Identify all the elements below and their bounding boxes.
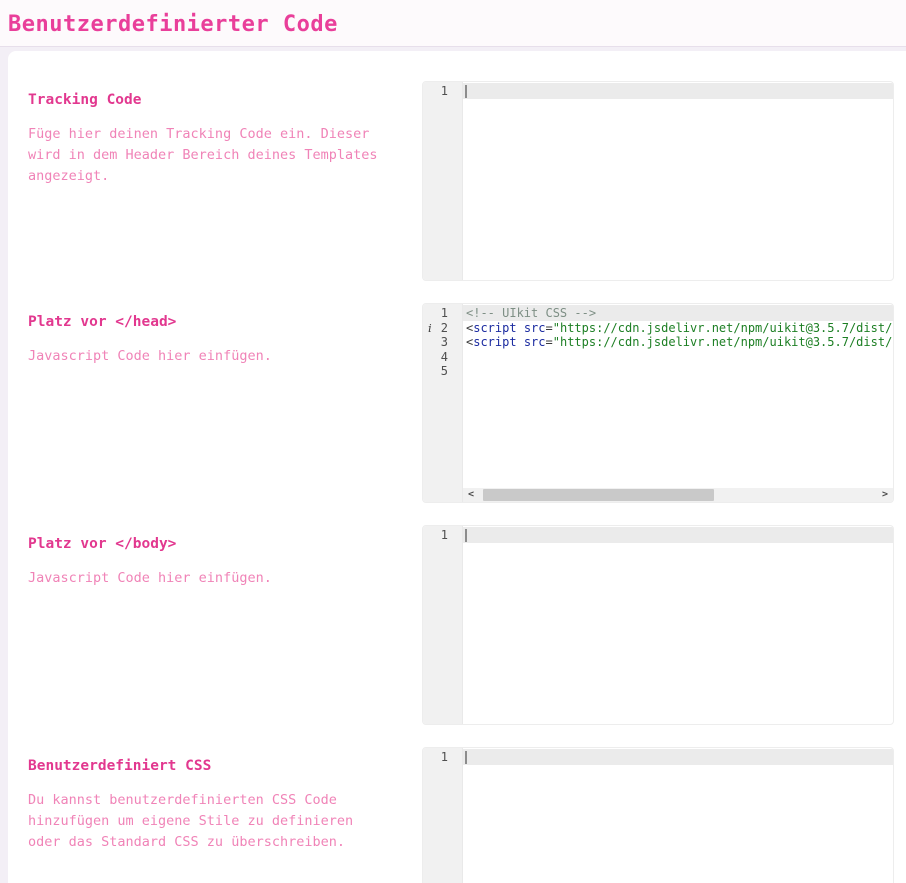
line-number: 3: [423, 335, 462, 350]
section-text-column: Tracking Code Füge hier deinen Tracking …: [28, 81, 422, 281]
section-custom-css: Benutzerdefiniert CSS Du kannst benutzer…: [28, 747, 894, 883]
code-editor-before-head[interactable]: 12i345<!-- UIkit CSS --><script src="htt…: [422, 303, 894, 503]
code-token-string: "https://cdn.jsdelivr.net/npm/uikit@3.5.…: [553, 321, 893, 335]
code-editor-before-body[interactable]: 1: [422, 525, 894, 725]
editor-gutter: 1: [423, 526, 463, 724]
scrollbar-track[interactable]: [479, 488, 877, 502]
section-description: Javascript Code hier einfügen.: [28, 346, 390, 367]
editor-content[interactable]: [463, 82, 893, 280]
editor-column: 1: [422, 525, 894, 725]
section-before-head: Platz vor </head> Javascript Code hier e…: [28, 303, 894, 503]
section-description: Du kannst benutzerdefinierten CSS Code h…: [28, 790, 390, 853]
editor-column: 12i345<!-- UIkit CSS --><script src="htt…: [422, 303, 894, 503]
section-text-column: Platz vor </body> Javascript Code hier e…: [28, 525, 422, 725]
code-line: <script src="https://cdn.jsdelivr.net/np…: [466, 321, 893, 336]
text-cursor: [465, 85, 467, 99]
section-text-column: Benutzerdefiniert CSS Du kannst benutzer…: [28, 747, 422, 883]
code-token-plain: [517, 335, 524, 349]
section-tracking-code: Tracking Code Füge hier deinen Tracking …: [28, 81, 894, 281]
scroll-left-arrow-icon[interactable]: <: [463, 488, 479, 502]
content-area: Tracking Code Füge hier deinen Tracking …: [0, 47, 906, 883]
editor-gutter: 1: [423, 82, 463, 280]
editor-content[interactable]: [463, 526, 893, 724]
lint-info-marker-icon: i: [428, 321, 432, 336]
code-editor-custom-css[interactable]: 1: [422, 747, 894, 883]
scrollbar-thumb[interactable]: [483, 489, 714, 501]
line-number: 1: [423, 306, 462, 321]
code-line: [466, 84, 893, 99]
editor-column: 1: [422, 81, 894, 281]
code-line: [466, 350, 893, 365]
section-description: Füge hier deinen Tracking Code ein. Dies…: [28, 124, 390, 187]
code-token-comment: <!-- UIkit CSS -->: [466, 306, 596, 320]
code-line: <!-- UIkit CSS -->: [466, 306, 893, 321]
code-token-plain: [517, 321, 524, 335]
editor-gutter: 1: [423, 748, 463, 883]
code-line: [466, 364, 893, 379]
code-line: [466, 750, 893, 765]
editor-content[interactable]: <!-- UIkit CSS --><script src="https://c…: [463, 304, 893, 502]
section-before-body: Platz vor </body> Javascript Code hier e…: [28, 525, 894, 725]
page-header: Benutzerdefinierter Code: [0, 0, 906, 47]
scroll-right-arrow-icon[interactable]: >: [877, 488, 893, 502]
editor-gutter: 12i345: [423, 304, 463, 502]
line-number: 5: [423, 364, 462, 379]
code-token-op: =: [546, 321, 553, 335]
code-token-tag: script: [473, 335, 516, 349]
line-number: 4: [423, 350, 462, 365]
code-token-string: "https://cdn.jsdelivr.net/npm/uikit@3.5.…: [553, 335, 893, 349]
text-cursor: [465, 751, 467, 765]
code-editor-tracking[interactable]: 1: [422, 81, 894, 281]
section-heading: Benutzerdefiniert CSS: [28, 757, 392, 775]
editor-content[interactable]: [463, 748, 893, 883]
code-token-tag: script: [473, 321, 516, 335]
section-heading: Platz vor </body>: [28, 535, 392, 553]
settings-card: Tracking Code Füge hier deinen Tracking …: [8, 51, 906, 883]
code-token-attr: src: [524, 335, 546, 349]
code-token-op: =: [546, 335, 553, 349]
line-number: 1: [423, 528, 462, 543]
section-heading: Platz vor </head>: [28, 313, 392, 331]
line-number: 1: [423, 84, 462, 99]
line-number: 2i: [423, 321, 462, 336]
section-description: Javascript Code hier einfügen.: [28, 568, 390, 589]
horizontal-scrollbar[interactable]: <>: [463, 488, 893, 502]
editor-column: 1: [422, 747, 894, 883]
section-text-column: Platz vor </head> Javascript Code hier e…: [28, 303, 422, 503]
code-line: [466, 528, 893, 543]
line-number: 1: [423, 750, 462, 765]
section-heading: Tracking Code: [28, 91, 392, 109]
code-line: <script src="https://cdn.jsdelivr.net/np…: [466, 335, 893, 350]
page-title: Benutzerdefinierter Code: [8, 13, 898, 37]
code-token-attr: src: [524, 321, 546, 335]
text-cursor: [465, 529, 467, 543]
